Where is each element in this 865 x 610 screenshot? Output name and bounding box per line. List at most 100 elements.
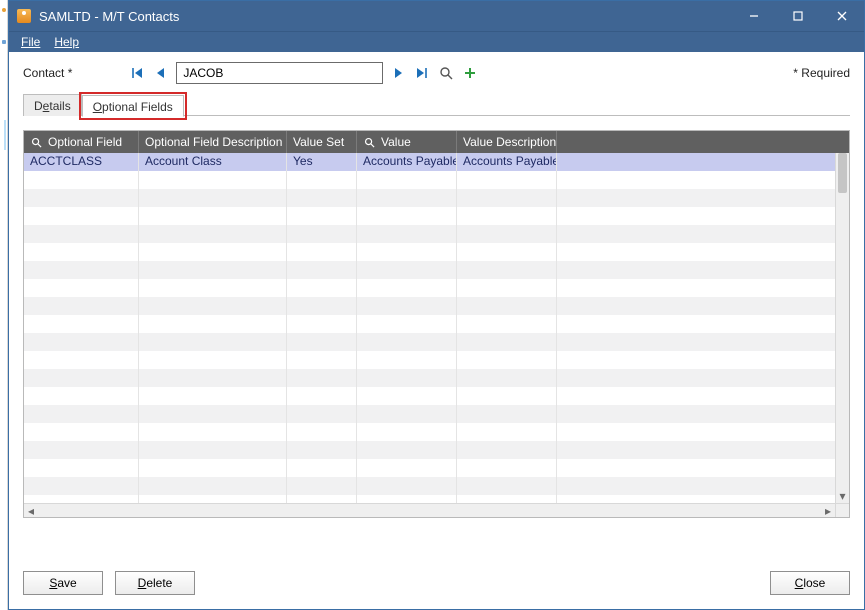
table-row[interactable] (24, 387, 835, 405)
table-row[interactable]: ACCTCLASSAccount ClassYesAccounts Payabl… (24, 153, 835, 171)
cell (557, 279, 835, 297)
cell (457, 459, 557, 477)
close-button[interactable] (820, 1, 864, 31)
finder-button[interactable] (437, 64, 455, 82)
scroll-right-icon[interactable]: ▸ (821, 504, 835, 517)
left-edge-decor (0, 0, 8, 610)
tab-optional-fields[interactable]: Optional Fields (82, 95, 184, 117)
cell (139, 495, 287, 503)
nav-last-button[interactable] (413, 64, 431, 82)
scroll-corner (835, 503, 849, 517)
nav-next-button[interactable] (389, 64, 407, 82)
cell (24, 387, 139, 405)
cell (139, 459, 287, 477)
tab-bar: Details Optional Fields (9, 92, 864, 116)
scroll-left-icon[interactable]: ◂ (24, 504, 38, 517)
cell (24, 225, 139, 243)
cell (357, 333, 457, 351)
delete-button[interactable]: Delete (115, 571, 195, 595)
table-row[interactable] (24, 261, 835, 279)
scroll-down-icon[interactable]: ▾ (836, 489, 849, 503)
cell (139, 477, 287, 495)
cell (287, 207, 357, 225)
table-row[interactable] (24, 477, 835, 495)
table-row[interactable] (24, 405, 835, 423)
vertical-scrollbar[interactable]: ▴ ▾ (835, 153, 849, 503)
cell (287, 351, 357, 369)
cell (24, 171, 139, 189)
table-row[interactable] (24, 315, 835, 333)
cell (287, 279, 357, 297)
cell (457, 405, 557, 423)
cell (457, 369, 557, 387)
scroll-thumb[interactable] (838, 153, 847, 193)
cell (357, 171, 457, 189)
close-footer-button[interactable]: Close (770, 571, 850, 595)
table-row[interactable] (24, 459, 835, 477)
col-header-optional-field[interactable]: Optional Field (24, 131, 139, 153)
save-button[interactable]: Save (23, 571, 103, 595)
cell (139, 423, 287, 441)
cell (457, 315, 557, 333)
table-row[interactable] (24, 171, 835, 189)
cell (357, 369, 457, 387)
cell (24, 333, 139, 351)
cell (24, 441, 139, 459)
cell (457, 423, 557, 441)
col-header-optional-field-desc[interactable]: Optional Field Description (139, 131, 287, 153)
new-record-button[interactable] (461, 64, 479, 82)
minimize-button[interactable] (732, 1, 776, 31)
cell (557, 171, 835, 189)
table-row[interactable] (24, 225, 835, 243)
table-row[interactable] (24, 189, 835, 207)
cell (457, 333, 557, 351)
cell (24, 459, 139, 477)
col-header-value-desc[interactable]: Value Description (457, 131, 557, 153)
cell (139, 387, 287, 405)
table-row[interactable] (24, 441, 835, 459)
contact-input[interactable] (176, 62, 383, 84)
table-row[interactable] (24, 207, 835, 225)
cell (24, 423, 139, 441)
menu-help[interactable]: Help (54, 35, 79, 49)
table-row[interactable] (24, 243, 835, 261)
cell (557, 297, 835, 315)
window-title: SAMLTD - M/T Contacts (39, 9, 179, 24)
table-row[interactable] (24, 297, 835, 315)
maximize-button[interactable] (776, 1, 820, 31)
cell (287, 171, 357, 189)
col-header-value-set[interactable]: Value Set (287, 131, 357, 153)
cell (357, 189, 457, 207)
cell: ACCTCLASS (24, 153, 139, 171)
cell (457, 441, 557, 459)
cell (139, 189, 287, 207)
cell (357, 297, 457, 315)
horizontal-scrollbar[interactable]: ◂ ▸ (24, 503, 835, 517)
nav-first-button[interactable] (128, 64, 146, 82)
menu-file[interactable]: File (21, 35, 40, 49)
app-icon (17, 9, 31, 23)
tab-details[interactable]: Details (23, 94, 82, 116)
table-row[interactable] (24, 333, 835, 351)
grid-body[interactable]: ACCTCLASSAccount ClassYesAccounts Payabl… (24, 153, 835, 503)
cell (557, 315, 835, 333)
table-row[interactable] (24, 351, 835, 369)
cell (139, 297, 287, 315)
cell (557, 225, 835, 243)
cell (457, 243, 557, 261)
cell (139, 243, 287, 261)
col-header-value[interactable]: Value (357, 131, 457, 153)
cell (287, 315, 357, 333)
table-row[interactable] (24, 495, 835, 503)
contact-label: Contact * (23, 66, 72, 80)
table-row[interactable] (24, 279, 835, 297)
cell (357, 477, 457, 495)
table-row[interactable] (24, 423, 835, 441)
cell (287, 225, 357, 243)
nav-prev-button[interactable] (152, 64, 170, 82)
window-controls (732, 1, 864, 31)
cell (457, 189, 557, 207)
table-row[interactable] (24, 369, 835, 387)
record-toolbar: Contact * * Required (9, 52, 864, 92)
required-label: * Required (793, 66, 850, 80)
